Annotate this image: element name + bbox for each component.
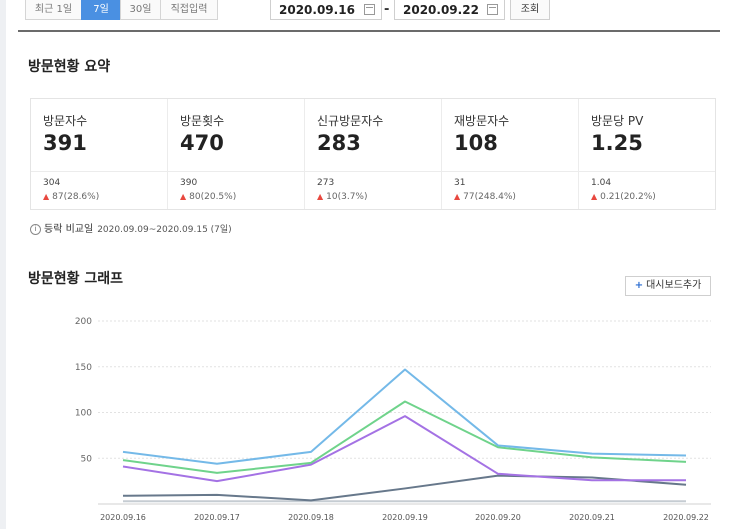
x-tick-label: 2020.09.20 xyxy=(475,513,521,522)
visit-line-chart: 200 150 100 50 2020.09.16 2020.09.17 2020.09.1… xyxy=(75,317,711,522)
y-tick-label: 200 xyxy=(75,317,92,327)
y-tick-label: 150 xyxy=(75,363,92,373)
y-tick-label: 50 xyxy=(81,454,93,464)
x-tick-label: 2020.09.21 xyxy=(569,513,615,522)
y-tick-label: 100 xyxy=(75,409,92,419)
x-tick-label: 2020.09.22 xyxy=(663,513,709,522)
x-tick-label: 2020.09.16 xyxy=(100,513,146,522)
x-tick-label: 2020.09.17 xyxy=(194,513,240,522)
x-tick-label: 2020.09.19 xyxy=(382,513,428,522)
x-tick-label: 2020.09.18 xyxy=(288,513,334,522)
